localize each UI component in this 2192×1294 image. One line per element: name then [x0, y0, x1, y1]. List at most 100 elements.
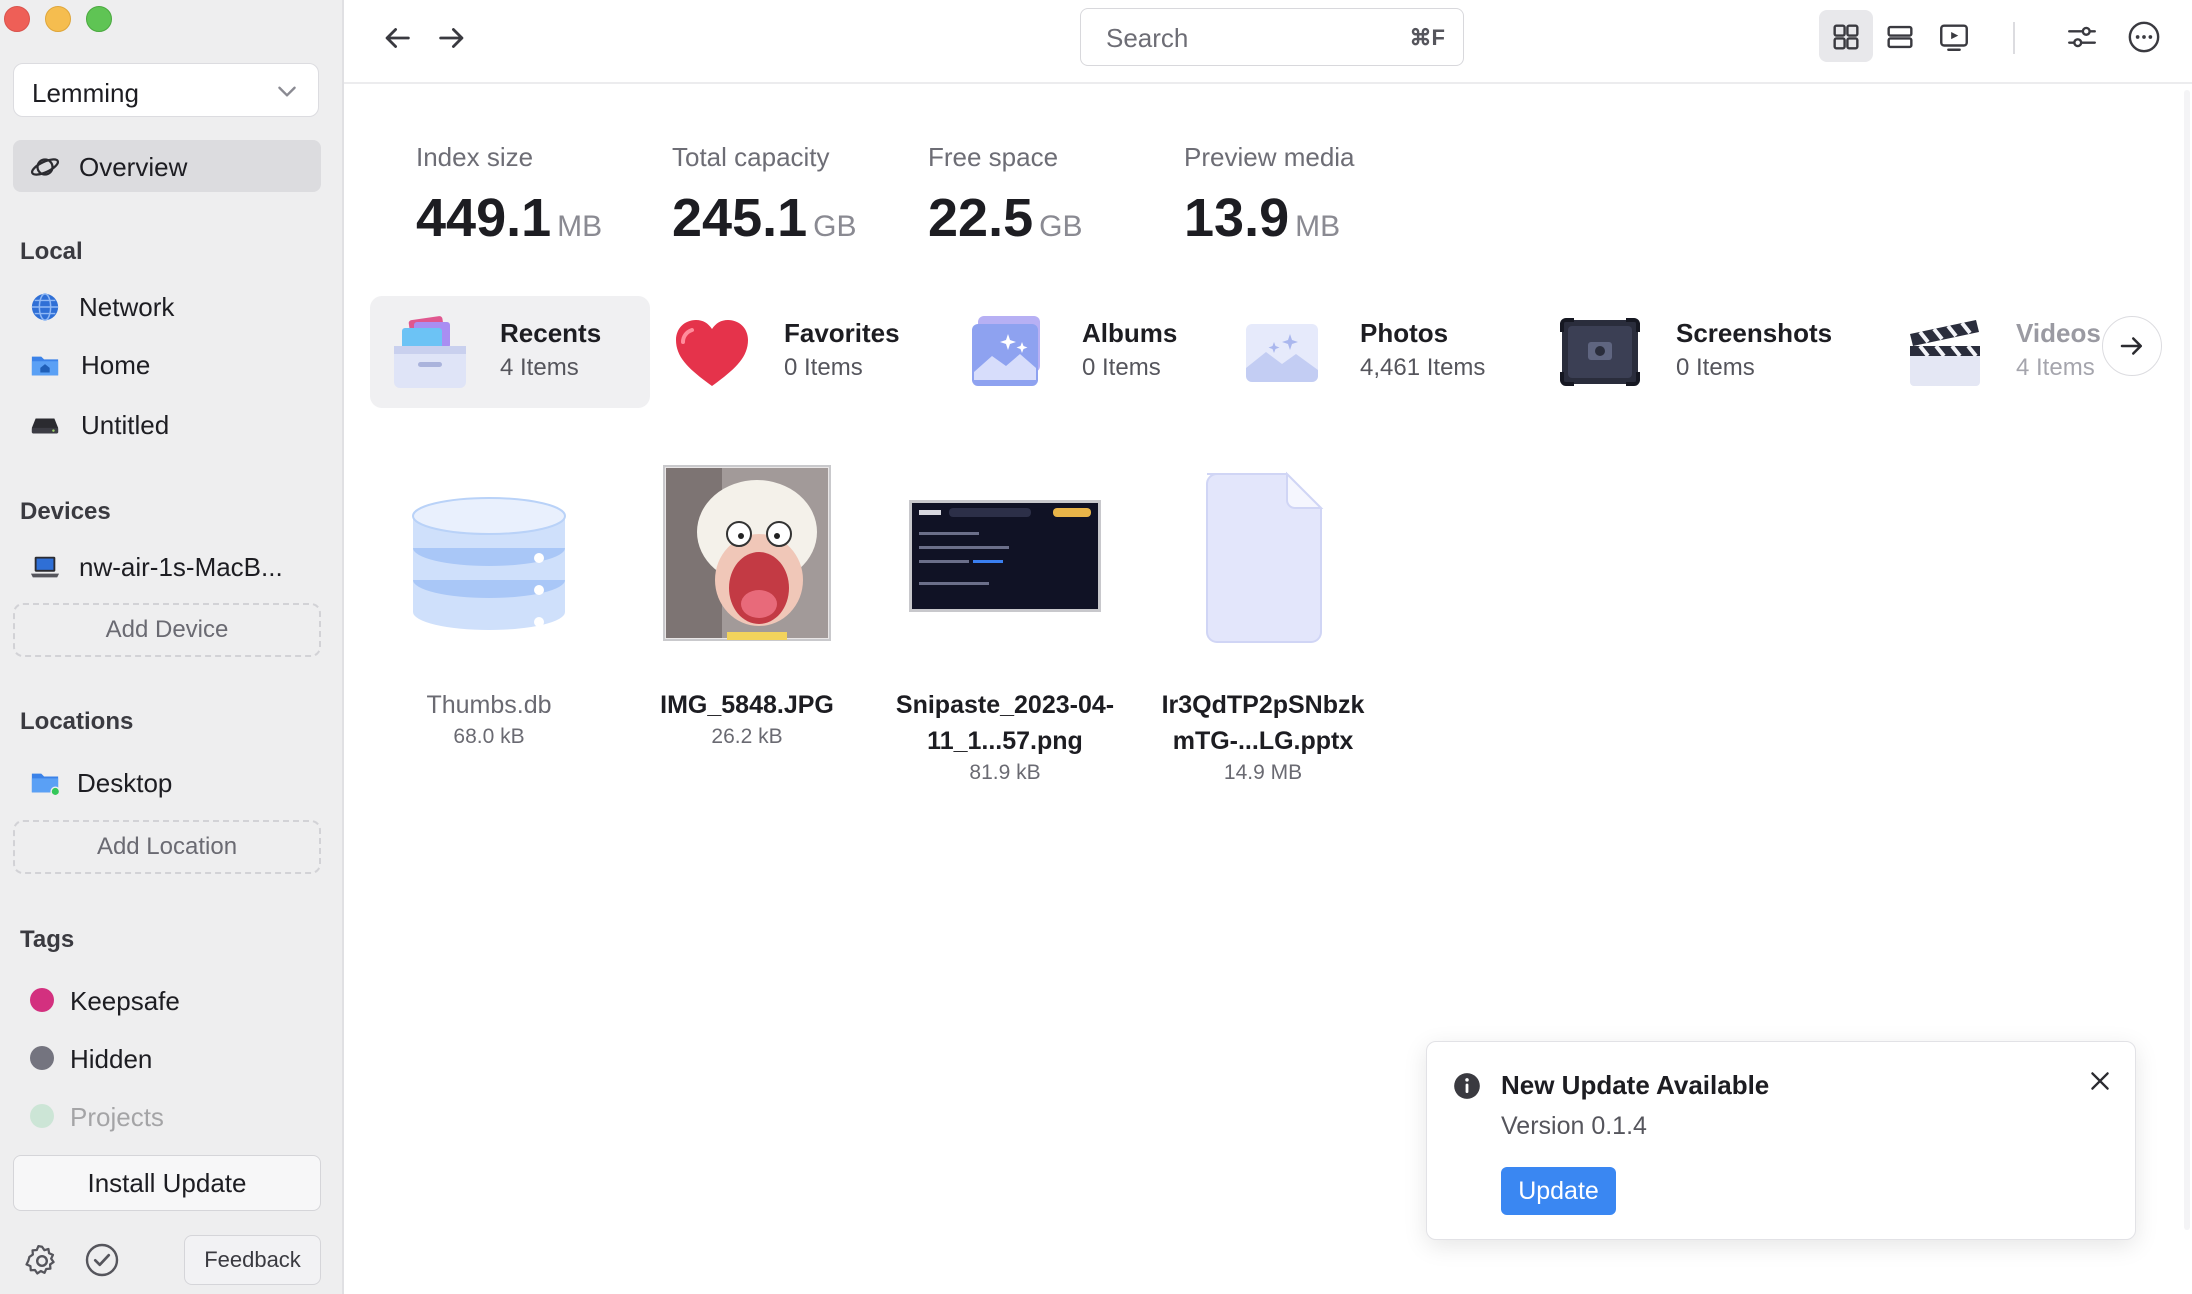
gear-icon[interactable]	[24, 1243, 60, 1279]
stat-unit: MB	[1295, 210, 1341, 243]
tag-color-dot	[30, 988, 54, 1012]
stat-value: 245.1	[672, 188, 808, 248]
sidebar-item-home[interactable]: Home	[13, 338, 321, 390]
tag-item-projects[interactable]: Projects	[13, 1090, 321, 1142]
category-photos[interactable]: Photos 4,461 Items	[1226, 296, 1516, 408]
forward-arrow-icon[interactable]	[435, 21, 469, 55]
stat-unit: MB	[557, 210, 603, 243]
sidebar-item-desktop[interactable]: Desktop	[13, 756, 321, 808]
info-icon	[1454, 1073, 1480, 1099]
category-count: 4 Items	[500, 354, 579, 381]
drive-icon	[31, 418, 59, 434]
home-folder-icon	[31, 356, 59, 376]
chevron-down-icon	[278, 86, 296, 97]
tag-label: Projects	[70, 1102, 164, 1132]
category-name: Screenshots	[1676, 318, 1833, 348]
arrow-right-icon	[2120, 337, 2142, 355]
tag-item-hidden[interactable]: Hidden	[13, 1032, 321, 1084]
back-arrow-icon[interactable]	[380, 21, 414, 55]
window-close-button[interactable]	[4, 6, 30, 32]
file-name: Snipaste_2023-04-11_1...57.png	[895, 691, 1115, 755]
sidebar-item-untitled[interactable]: Untitled	[13, 398, 321, 450]
library-selector[interactable]: Lemming	[13, 63, 319, 117]
sidebar-item-network[interactable]: Network	[13, 280, 321, 332]
stat-total-capacity: Total capacity 245.1 GB	[672, 142, 857, 249]
screenshot-icon	[1560, 318, 1640, 386]
tag-color-dot	[30, 1104, 54, 1128]
more-options-icon[interactable]	[2127, 20, 2161, 54]
toolbar: Search ⌘F	[344, 0, 2192, 84]
file-name: Ir3QdTP2pSNbzkmTG-...LG.pptx	[1161, 691, 1365, 755]
section-title-devices: Devices	[20, 498, 111, 525]
stat-label: Free space	[928, 142, 1059, 172]
heart-icon	[676, 320, 748, 386]
list-view-icon[interactable]	[1883, 20, 1917, 54]
screenshot-thumbnail	[909, 500, 1101, 612]
tag-item-keepsafe[interactable]: Keepsafe	[13, 974, 321, 1026]
sidebar-item-overview[interactable]: Overview	[13, 140, 321, 192]
section-title-local: Local	[20, 238, 83, 265]
window-minimize-button[interactable]	[45, 6, 71, 32]
category-videos[interactable]: Videos 4 Items	[1888, 296, 2100, 408]
search-input[interactable]: Search ⌘F	[1080, 8, 1464, 66]
stat-value: 22.5	[928, 188, 1034, 248]
sidebar-item-device[interactable]: nw-air-1s-MacB...	[13, 540, 321, 592]
category-screenshots[interactable]: Screenshots 0 Items	[1544, 296, 1854, 408]
toolbar-divider	[2013, 22, 2015, 54]
file-item-img-5848[interactable]: IMG_5848.JPG 26.2 kB	[637, 462, 857, 749]
stat-unit: GB	[813, 210, 857, 243]
file-item-thumbs-db[interactable]: Thumbs.db 68.0 kB	[379, 462, 599, 749]
category-albums[interactable]: Albums 0 Items	[950, 296, 1200, 408]
sidebar-item-label: Untitled	[81, 410, 170, 440]
add-device-button[interactable]: Add Device	[13, 603, 321, 657]
check-circle-icon[interactable]	[84, 1242, 120, 1278]
sliders-icon[interactable]	[2065, 20, 2099, 54]
category-name: Photos	[1360, 318, 1449, 348]
category-scroll-right-button[interactable]	[2102, 316, 2162, 376]
file-item-snipaste[interactable]: Snipaste_2023-04-11_1...57.png 81.9 kB	[895, 462, 1115, 785]
scrollbar[interactable]	[2184, 90, 2190, 1230]
stat-index-size: Index size 449.1 MB	[416, 142, 602, 249]
grid-view-icon	[1833, 24, 1859, 50]
feedback-button[interactable]: Feedback	[184, 1235, 321, 1285]
file-size: 14.9 MB	[1223, 761, 1303, 784]
stat-label: Preview media	[1184, 142, 1355, 172]
stat-value: 449.1	[416, 188, 552, 248]
category-favorites[interactable]: Favorites 0 Items	[660, 296, 920, 408]
section-title-locations: Locations	[20, 708, 134, 735]
category-count: 0 Items	[1082, 354, 1161, 381]
file-size: 68.0 kB	[453, 725, 525, 748]
albums-icon	[972, 316, 1040, 386]
database-file-icon	[412, 497, 566, 630]
file-item-pptx[interactable]: Ir3QdTP2pSNbzkmTG-...LG.pptx 14.9 MB	[1153, 462, 1373, 785]
category-name: Albums	[1082, 318, 1178, 348]
file-name: IMG_5848.JPG	[660, 691, 834, 719]
section-title-tags: Tags	[20, 926, 75, 953]
category-count: 4,461 Items	[1360, 354, 1486, 381]
document-file-icon	[1206, 471, 1324, 643]
close-icon[interactable]	[2087, 1068, 2113, 1094]
category-count: 0 Items	[1676, 354, 1755, 381]
category-recents[interactable]: Recents 4 Items	[370, 296, 650, 408]
clapperboard-icon	[1910, 320, 1980, 386]
image-thumbnail	[663, 465, 831, 641]
folder-icon	[31, 773, 61, 797]
install-update-button[interactable]: Install Update	[13, 1155, 321, 1211]
search-shortcut: ⌘F	[1409, 25, 1445, 50]
category-name: Favorites	[784, 318, 900, 348]
file-size: 26.2 kB	[711, 725, 783, 748]
globe-icon	[31, 293, 59, 321]
stat-unit: GB	[1039, 210, 1083, 243]
media-view-icon[interactable]	[1937, 20, 1971, 54]
category-name: Videos	[2016, 318, 2100, 348]
update-button[interactable]: Update	[1501, 1167, 1616, 1215]
planet-icon	[30, 158, 60, 176]
sidebar-item-label: Network	[79, 292, 175, 322]
tag-color-dot	[30, 1046, 54, 1070]
stat-value: 13.9	[1184, 188, 1290, 248]
window-zoom-button[interactable]	[86, 6, 112, 32]
recents-tray-icon	[394, 316, 466, 388]
add-location-button[interactable]: Add Location	[13, 820, 321, 874]
photos-icon	[1246, 324, 1318, 382]
category-name: Recents	[500, 318, 602, 348]
